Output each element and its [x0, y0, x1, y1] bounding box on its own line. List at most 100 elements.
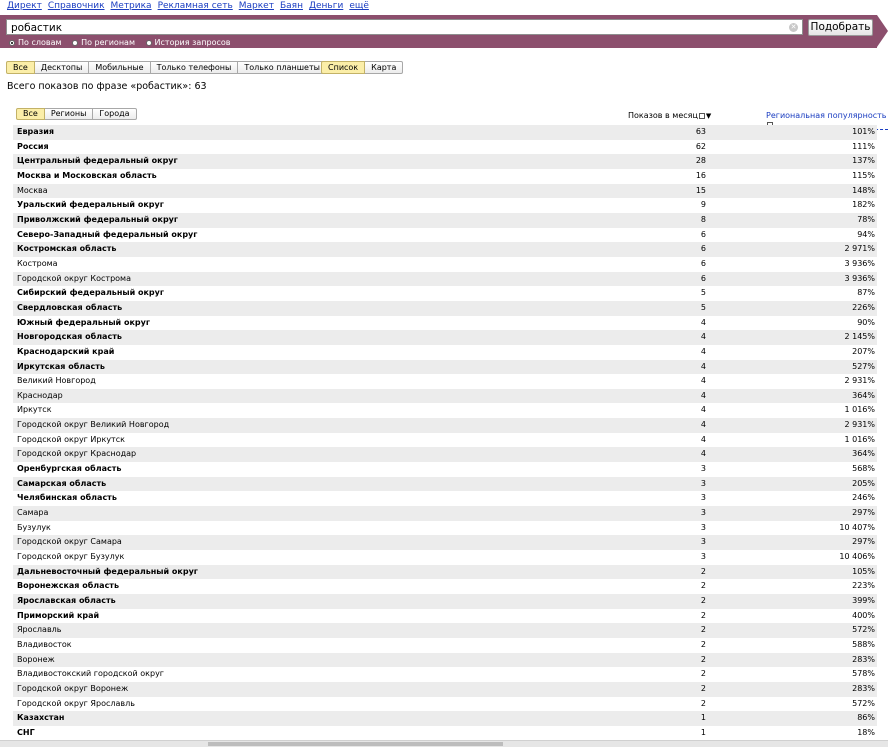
region-name[interactable]: Городской округ Самара	[17, 535, 122, 550]
tab-tablets-only[interactable]: Только планшеты	[238, 61, 327, 74]
shows-value: 9	[700, 200, 706, 210]
tab-regions[interactable]: Регионы	[44, 108, 94, 120]
popularity-value: 10 407%	[839, 522, 875, 532]
popularity-value: 105%	[852, 566, 875, 576]
region-name[interactable]: Ярославская область	[17, 594, 116, 609]
table-row: Москва и Московская область 16 115%	[13, 169, 877, 184]
region-name[interactable]: Великий Новгород	[17, 374, 96, 389]
nav-link-market[interactable]: Маркет	[239, 1, 274, 11]
submit-button[interactable]: Подобрать	[808, 19, 873, 36]
region-name[interactable]: Иркутская область	[17, 360, 105, 375]
popularity-value: 78%	[857, 214, 875, 224]
tab-phones-only[interactable]: Только телефоны	[150, 61, 239, 74]
region-name[interactable]: Оренбургская область	[17, 462, 121, 477]
popularity-value: 572%	[852, 698, 875, 708]
popularity-value: 2 971%	[844, 244, 875, 254]
popularity-value: 101%	[852, 127, 875, 136]
table-row: Городской округ Великий Новгород 4 2 931%	[13, 418, 877, 433]
tab-desktops[interactable]: Десктопы	[34, 61, 90, 74]
region-name[interactable]: Воронеж	[17, 653, 55, 668]
region-name[interactable]: Городской округ Иркутск	[17, 433, 125, 448]
region-name[interactable]: СНГ	[17, 726, 35, 741]
region-name[interactable]: Краснодарский край	[17, 345, 114, 360]
tab-all-devices[interactable]: Все	[6, 61, 35, 74]
region-name[interactable]: Иркутск	[17, 403, 52, 418]
table-row: Челябинская область 3 246%	[13, 491, 877, 506]
table-row: Городской округ Кострома 6 3 936%	[13, 271, 877, 287]
shows-value: 3	[700, 478, 706, 488]
scrollbar-thumb[interactable]	[208, 742, 503, 746]
tab-list[interactable]: Список	[321, 61, 366, 74]
column-popularity-label: Региональная популярность	[766, 111, 887, 120]
region-name[interactable]: Городской округ Кострома	[17, 272, 131, 287]
region-name[interactable]: Новгородская область	[17, 330, 122, 345]
mode-label: По регионам	[81, 38, 135, 47]
popularity-value: 527%	[852, 361, 875, 371]
region-name[interactable]: Владивостокский городской округ	[17, 667, 164, 682]
region-name[interactable]: Дальневосточный федеральный округ	[17, 565, 198, 580]
table-row: Уральский федеральный округ 9 182%	[13, 198, 877, 213]
shows-value: 4	[700, 376, 706, 386]
region-name[interactable]: Кострома	[17, 257, 58, 272]
region-name[interactable]: Городской округ Воронеж	[17, 682, 128, 697]
region-name[interactable]: Свердловская область	[17, 301, 122, 316]
region-name[interactable]: Ярославль	[17, 623, 62, 638]
nav-link-spravochnik[interactable]: Справочник	[48, 1, 105, 11]
tab-regions-all[interactable]: Все	[16, 108, 45, 120]
search-input[interactable]: робастик	[6, 19, 803, 35]
table-row: Оренбургская область 3 568%	[13, 462, 877, 477]
nav-link-direct[interactable]: Директ	[7, 1, 42, 11]
radio-icon	[145, 39, 152, 46]
region-name[interactable]: Челябинская область	[17, 491, 117, 506]
region-name[interactable]: Городской округ Великий Новгород	[17, 418, 169, 433]
nav-link-bayan[interactable]: Баян	[280, 1, 303, 11]
column-header-shows[interactable]: Показов в месяц ▼	[628, 111, 711, 120]
region-name[interactable]: Казахстан	[17, 711, 64, 726]
mode-by-words[interactable]: По словам	[9, 38, 62, 47]
region-name[interactable]: Городской округ Ярославль	[17, 697, 135, 712]
region-name[interactable]: Центральный федеральный округ	[17, 154, 178, 169]
shows-value: 63	[695, 127, 706, 136]
tab-cities[interactable]: Города	[93, 108, 137, 120]
region-name[interactable]: Москва и Московская область	[17, 169, 157, 184]
sort-desc-icon: ▼	[705, 112, 712, 120]
nav-link-ad-network[interactable]: Рекламная сеть	[158, 1, 233, 11]
search-mode-group: По словам По регионам История запросов	[9, 38, 238, 48]
tab-map[interactable]: Карта	[365, 61, 404, 74]
mode-by-regions[interactable]: По регионам	[72, 38, 135, 47]
region-name[interactable]: Бузулук	[17, 521, 51, 536]
region-name[interactable]: Приморский край	[17, 609, 99, 624]
table-row: Москва 15 148%	[13, 183, 877, 199]
region-name[interactable]: Уральский федеральный округ	[17, 198, 164, 213]
device-tabs: Все Десктопы Мобильные Только телефоны Т…	[6, 61, 327, 74]
table-row: Северо-Западный федеральный округ 6 94%	[13, 228, 877, 243]
region-name[interactable]: Владивосток	[17, 638, 72, 653]
region-name[interactable]: Приволжский федеральный округ	[17, 213, 178, 228]
region-name[interactable]: Городской округ Краснодар	[17, 447, 136, 462]
table-row: Южный федеральный округ 4 90%	[13, 316, 877, 331]
region-name[interactable]: Россия	[17, 140, 49, 155]
region-name[interactable]: Самарская область	[17, 477, 106, 492]
nav-link-dengi[interactable]: Деньги	[309, 1, 343, 11]
mode-history[interactable]: История запросов	[145, 38, 230, 47]
region-name[interactable]: Самара	[17, 506, 48, 521]
nav-link-more[interactable]: ещё	[349, 1, 369, 11]
region-name[interactable]: Сибирский федеральный округ	[17, 286, 164, 301]
region-name[interactable]: Москва	[17, 184, 48, 199]
table-row: Новгородская область 4 2 145%	[13, 330, 877, 345]
nav-link-metrika[interactable]: Метрика	[111, 1, 152, 11]
region-name[interactable]: Костромская область	[17, 242, 116, 257]
region-name[interactable]: Южный федеральный округ	[17, 316, 150, 331]
popularity-value: 2 931%	[844, 376, 875, 386]
shows-value: 2	[700, 698, 706, 708]
table-row: Воронежская область 2 223%	[13, 579, 877, 594]
tab-mobile[interactable]: Мобильные	[89, 61, 151, 74]
region-name[interactable]: Северо-Западный федеральный округ	[17, 228, 197, 243]
region-name[interactable]: Городской округ Бузулук	[17, 550, 124, 565]
close-icon[interactable]: ✕	[789, 23, 798, 32]
region-name[interactable]: Евразия	[17, 125, 54, 140]
shows-value: 3	[700, 493, 706, 503]
table-row: Дальневосточный федеральный округ 2 105%	[13, 564, 877, 580]
region-name[interactable]: Воронежская область	[17, 579, 119, 594]
region-name[interactable]: Краснодар	[17, 389, 63, 404]
